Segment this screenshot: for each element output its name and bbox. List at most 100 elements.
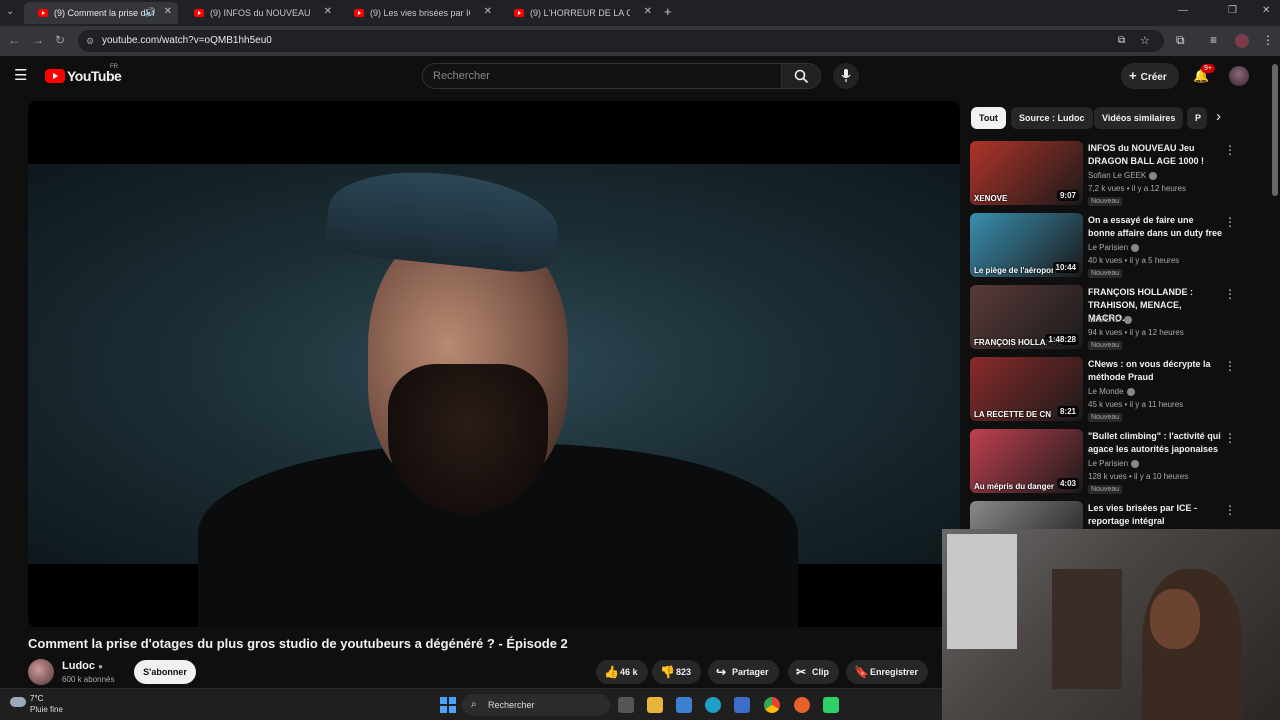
video-player[interactable] — [28, 101, 960, 627]
youtube-logo[interactable]: YouTube FR — [45, 64, 122, 84]
video-title: Comment la prise d'otages du plus gros s… — [28, 636, 568, 651]
thumbnail-overlay-text: LA RECETTE DE CN — [974, 410, 1052, 419]
back-icon[interactable]: ← — [8, 33, 20, 47]
suggestion-item[interactable]: XENOVE 9:07 INFOS du NOUVEAU Jeu DRAGON BA… — [970, 141, 1240, 207]
suggestion-thumbnail[interactable]: FRANÇOIS HOLLANDE 1:48:28 — [970, 285, 1083, 349]
tab-1[interactable]: (9) Comment la prise d'otag 🔊 ✕ — [24, 2, 178, 24]
clip-button[interactable]: ✂ Clip — [788, 660, 839, 684]
voice-search-button[interactable] — [833, 63, 859, 89]
media-icon[interactable]: ≡ — [1210, 33, 1217, 47]
profile-avatar[interactable] — [1235, 34, 1249, 48]
store-icon[interactable] — [676, 697, 692, 713]
url-field[interactable]: ⚙ youtube.com/watch?v=oQMB1hh5eu0 ⧉ ☆ — [78, 30, 1164, 52]
account-avatar[interactable] — [1229, 66, 1249, 86]
search-icon — [794, 69, 809, 84]
menu-dots-icon[interactable]: ⋮ — [1262, 33, 1274, 47]
suggestion-thumbnail[interactable]: XENOVE 9:07 — [970, 141, 1083, 205]
suggestion-item[interactable]: FRANÇOIS HOLLANDE 1:48:28 FRANÇOIS HOLLAND… — [970, 285, 1240, 351]
suggestion-item[interactable]: Au mépris du danger 4:03 "Bullet climbing"… — [970, 429, 1240, 495]
notification-badge: 9+ — [1201, 64, 1215, 73]
suggestion-thumbnail[interactable]: Le piège de l'aéroport 10:44 — [970, 213, 1083, 277]
close-icon[interactable]: ✕ — [164, 6, 172, 17]
new-tab-icon[interactable]: + — [664, 4, 672, 19]
tab-3[interactable]: (9) Les vies brisées par ICE - rep ✕ — [340, 2, 498, 24]
channel-avatar[interactable] — [28, 659, 54, 685]
new-badge: Nouveau — [1088, 197, 1123, 206]
suggestion-channel[interactable]: Le Parisien — [1088, 243, 1140, 252]
youtube-play-icon — [45, 69, 65, 83]
duration-badge: 10:44 — [1052, 262, 1079, 273]
chevron-right-icon[interactable]: › — [1216, 108, 1221, 125]
search-input[interactable]: Rechercher — [422, 63, 782, 89]
suggestion-channel[interactable]: Le Monde — [1088, 387, 1135, 396]
suggestion-title[interactable]: CNews : on vous décrypte la méthode Prau… — [1088, 358, 1223, 384]
hamburger-menu-icon[interactable]: ☰ — [14, 66, 27, 84]
suggestion-item[interactable]: Le piège de l'aéroport 10:44 On a essayé d… — [970, 213, 1240, 279]
tab-4[interactable]: (9) L'HORREUR DE LA CHIRURG ✕ — [500, 2, 658, 24]
extensions-icon[interactable]: ⧉ — [1176, 33, 1185, 48]
suggestion-channel[interactable]: Le Parisien — [1088, 459, 1140, 468]
close-window-icon[interactable]: ✕ — [1262, 5, 1270, 16]
streaming-app-icon[interactable] — [823, 697, 839, 713]
edge-icon[interactable] — [705, 697, 721, 713]
microphone-icon — [841, 69, 851, 82]
more-options-icon[interactable]: ⋮ — [1224, 503, 1236, 517]
search-button[interactable] — [781, 63, 821, 89]
tab-search-icon[interactable]: ⌄ — [6, 6, 14, 17]
suggestion-title[interactable]: "Bullet climbing" : l'activité qui agace… — [1088, 430, 1223, 456]
cast-icon[interactable]: ⧉ — [1118, 30, 1125, 52]
windows-start-icon[interactable] — [440, 697, 456, 713]
suggestion-item[interactable]: LA RECETTE DE CN 8:21 CNews : on vous décr… — [970, 357, 1240, 423]
site-info-icon[interactable]: ⚙ — [86, 30, 94, 52]
file-explorer-icon[interactable] — [647, 697, 663, 713]
dislike-button[interactable]: 👎 823 — [652, 660, 702, 684]
suggestion-thumbnail[interactable]: Au mépris du danger 4:03 — [970, 429, 1083, 493]
country-code: FR — [110, 64, 118, 70]
share-button[interactable]: ↪ Partager — [708, 660, 779, 684]
taskbar-search[interactable]: ⌕ Rechercher — [462, 694, 610, 716]
verified-icon — [1123, 315, 1132, 324]
suggestion-title[interactable]: On a essayé de faire une bonne affaire d… — [1088, 214, 1223, 240]
more-options-icon[interactable]: ⋮ — [1224, 215, 1236, 229]
like-button[interactable]: 👍 46 k — [596, 660, 648, 684]
search-icon: ⌕ — [471, 699, 477, 710]
suggestion-thumbnail[interactable]: LA RECETTE DE CN 8:21 — [970, 357, 1083, 421]
chip-similar[interactable]: Vidéos similaires — [1094, 107, 1184, 129]
task-view-icon[interactable] — [618, 697, 634, 713]
close-icon[interactable]: ✕ — [324, 6, 332, 17]
suggestion-channel[interactable]: LEGEND — [1088, 315, 1132, 324]
browser-tab-bar: ⌄ (9) Comment la prise d'otag 🔊 ✕ (9) IN… — [0, 0, 1280, 26]
tab-title: (9) INFOS du NOUVEAU Jeu DR — [210, 8, 310, 18]
suggestion-stats: 128 k vues • il y a 10 heures — [1088, 472, 1189, 481]
more-options-icon[interactable]: ⋮ — [1224, 287, 1236, 301]
suggestion-title[interactable]: Les vies brisées par ICE - reportage int… — [1088, 502, 1223, 528]
suggestion-title[interactable]: INFOS du NOUVEAU Jeu DRAGON BALL AGE 100… — [1088, 142, 1223, 168]
firefox-icon[interactable] — [794, 697, 810, 713]
webcam-shelf — [1052, 569, 1122, 689]
notifications-button[interactable]: 🔔 9+ — [1193, 64, 1215, 85]
bookmark-star-icon[interactable]: ☆ — [1140, 30, 1150, 52]
chrome-icon[interactable] — [764, 697, 780, 713]
reload-icon[interactable]: ↻ — [55, 33, 65, 47]
chip-all[interactable]: Tout — [971, 107, 1006, 129]
close-icon[interactable]: ✕ — [644, 6, 652, 17]
chip-more[interactable]: P — [1187, 107, 1207, 129]
scrollbar-thumb[interactable] — [1272, 64, 1278, 196]
chip-source[interactable]: Source : Ludoc — [1011, 107, 1093, 129]
subscribe-button[interactable]: S'abonner — [134, 660, 196, 684]
forward-icon[interactable]: → — [32, 33, 44, 47]
bookmark-icon: 🔖 — [854, 665, 869, 679]
channel-name[interactable]: Ludoc ● — [62, 660, 103, 672]
create-button[interactable]: + Créer — [1121, 63, 1179, 89]
minimize-icon[interactable]: — — [1178, 5, 1188, 16]
close-icon[interactable]: ✕ — [484, 6, 492, 17]
save-button[interactable]: 🔖 Enregistrer — [846, 660, 929, 684]
maximize-icon[interactable]: ❐ — [1228, 5, 1237, 16]
more-options-icon[interactable]: ⋮ — [1224, 359, 1236, 373]
suggestion-channel[interactable]: Sofian Le GEEK — [1088, 171, 1158, 180]
microsoft-store-icon[interactable] — [734, 697, 750, 713]
speaker-icon[interactable]: 🔊 — [145, 7, 156, 18]
tab-2[interactable]: (9) INFOS du NOUVEAU Jeu DR ✕ — [180, 2, 338, 24]
more-options-icon[interactable]: ⋮ — [1224, 143, 1236, 157]
more-options-icon[interactable]: ⋮ — [1224, 431, 1236, 445]
